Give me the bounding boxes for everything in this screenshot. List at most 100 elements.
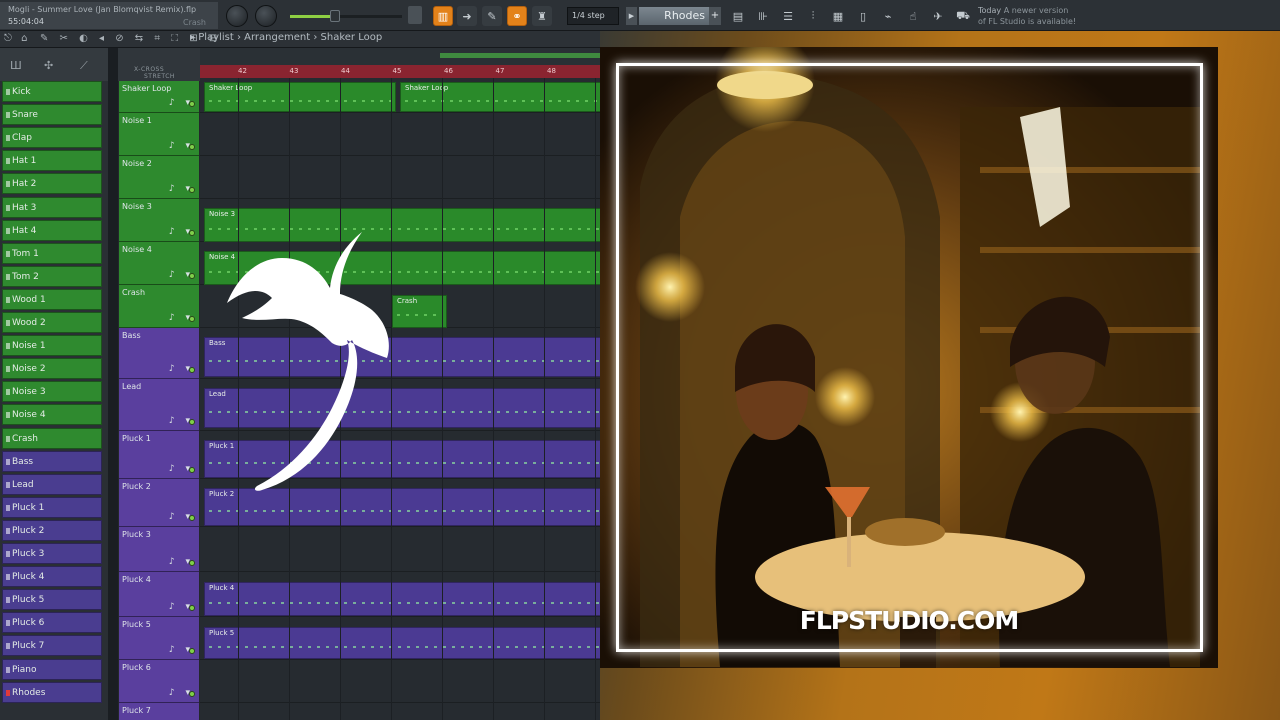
track-header[interactable]: Noise 4 ♪ ▾ bbox=[119, 242, 199, 285]
breadcrumb-arrow-icon[interactable]: ▸ bbox=[190, 32, 198, 43]
volume-handle[interactable] bbox=[329, 10, 340, 22]
crossfade-toggle[interactable]: X-CROSS bbox=[134, 66, 164, 73]
track-header[interactable]: Pluck 4 ♪ ▾ bbox=[119, 572, 199, 617]
track-header[interactable]: Pluck 6 ♪ ▾ bbox=[119, 660, 199, 703]
channel-rack-icon[interactable]: ☰ bbox=[778, 6, 798, 26]
channel-button[interactable]: Noise 1 bbox=[2, 335, 102, 357]
pattern-clip[interactable]: Pluck 5 bbox=[204, 627, 600, 659]
track-mute-led[interactable] bbox=[189, 144, 195, 150]
channel-button[interactable]: Kick bbox=[2, 81, 102, 102]
track-mute-led[interactable] bbox=[189, 691, 195, 697]
channel-button[interactable]: Pluck 2 bbox=[2, 519, 102, 541]
metronome-icon[interactable]: ♜ bbox=[532, 6, 552, 26]
add-pattern-button[interactable]: + bbox=[709, 7, 721, 25]
track-lane[interactable] bbox=[200, 703, 600, 720]
track-lane[interactable] bbox=[200, 527, 600, 572]
channel-button[interactable]: Pluck 1 bbox=[2, 496, 102, 518]
track-mute-led[interactable] bbox=[189, 605, 195, 611]
draw-tool-icon[interactable]: ✎ bbox=[482, 6, 502, 26]
graph-icon[interactable]: ⟋ bbox=[80, 59, 88, 73]
plugin-icon[interactable]: ▯ bbox=[853, 6, 873, 26]
channel-button[interactable]: Pluck 5 bbox=[2, 589, 102, 611]
pattern-clip[interactable]: Pluck 4 bbox=[204, 582, 600, 616]
master-pitch-knob[interactable] bbox=[226, 5, 248, 27]
track-mute-led[interactable] bbox=[189, 467, 195, 473]
track-mute-led[interactable] bbox=[189, 515, 195, 521]
channel-button[interactable]: Hat 4 bbox=[2, 219, 102, 241]
master-volume-slider[interactable] bbox=[290, 10, 402, 22]
link-icon[interactable]: ⚭ bbox=[507, 6, 527, 26]
pattern-clip[interactable]: Shaker Loop bbox=[400, 82, 600, 112]
playlist-overview[interactable] bbox=[200, 48, 600, 65]
channel-button[interactable]: Snare bbox=[2, 104, 102, 126]
channel-button[interactable]: Hat 1 bbox=[2, 150, 102, 172]
channel-button[interactable]: Hat 2 bbox=[2, 173, 102, 195]
news-panel[interactable]: Today A newer version of FL Studio is av… bbox=[978, 5, 1076, 27]
track-header[interactable]: Pluck 1 ♪ ▾ bbox=[119, 431, 199, 479]
channel-button[interactable]: Hat 3 bbox=[2, 196, 102, 218]
track-mute-led[interactable] bbox=[189, 560, 195, 566]
channel-button[interactable]: Tom 2 bbox=[2, 265, 102, 287]
tool-icons-left[interactable]: ⎋ ⌂ bbox=[4, 33, 30, 44]
touch-icon[interactable]: ☝ bbox=[903, 6, 923, 26]
pattern-clip[interactable]: Shaker Loop bbox=[204, 82, 396, 112]
piano-roll-icon[interactable]: ⊪ bbox=[753, 6, 773, 26]
track-mute-led[interactable] bbox=[189, 230, 195, 236]
channel-button[interactable]: Pluck 7 bbox=[2, 635, 102, 657]
track-mute-led[interactable] bbox=[189, 367, 195, 373]
master-volume-knob[interactable] bbox=[255, 5, 277, 27]
track-mute-led[interactable] bbox=[189, 187, 195, 193]
track-header[interactable]: Pluck 5 ♪ ▾ bbox=[119, 617, 199, 660]
breadcrumb-root[interactable]: Playlist bbox=[198, 32, 234, 43]
channel-button[interactable]: Rhodes bbox=[2, 681, 102, 703]
track-header[interactable]: Noise 1 ♪ ▾ bbox=[119, 113, 199, 156]
pattern-prev-button[interactable]: ▶ bbox=[626, 7, 637, 25]
step-icon[interactable]: ✣ bbox=[44, 59, 53, 72]
track-lane[interactable] bbox=[200, 113, 600, 156]
timeline-ruler[interactable]: 42 43 44 45 46 47 48 bbox=[200, 65, 600, 78]
breadcrumb-section[interactable]: Arrangement bbox=[244, 32, 310, 43]
playlist-icon[interactable]: ▤ bbox=[728, 6, 748, 26]
channel-button[interactable]: Bass bbox=[2, 450, 102, 472]
channel-button[interactable]: Wood 2 bbox=[2, 312, 102, 333]
track-header[interactable]: Bass ♪ ▾ bbox=[119, 328, 199, 379]
channel-button[interactable]: Lead bbox=[2, 473, 102, 495]
track-mute-led[interactable] bbox=[189, 101, 195, 107]
track-mute-led[interactable] bbox=[189, 273, 195, 279]
pattern-selector[interactable]: Rhodes bbox=[639, 7, 709, 25]
channel-button[interactable]: Pluck 4 bbox=[2, 566, 102, 588]
channel-button[interactable]: Pluck 6 bbox=[2, 612, 102, 634]
channel-button[interactable]: Noise 2 bbox=[2, 358, 102, 380]
channel-button[interactable]: Clap bbox=[2, 127, 102, 149]
track-header[interactable]: Pluck 2 ♪ ▾ bbox=[119, 479, 199, 527]
track-header[interactable]: Noise 2 ♪ ▾ bbox=[119, 156, 199, 199]
stretch-toggle[interactable]: STRETCH bbox=[144, 73, 175, 80]
shop-icon[interactable]: ⛟ bbox=[953, 6, 973, 26]
track-header[interactable]: Crash ♪ ▾ bbox=[119, 285, 199, 328]
channel-button[interactable]: Noise 3 bbox=[2, 381, 102, 403]
browser-icon[interactable]: ▦ bbox=[828, 6, 848, 26]
track-header[interactable]: Pluck 3 ♪ ▾ bbox=[119, 527, 199, 572]
track-mute-led[interactable] bbox=[189, 419, 195, 425]
channel-button[interactable]: Piano bbox=[2, 658, 102, 680]
track-lane[interactable] bbox=[200, 156, 600, 199]
step-forward-icon[interactable]: ➜ bbox=[457, 6, 477, 26]
channel-button[interactable]: Pluck 3 bbox=[2, 543, 102, 564]
piano-icon[interactable]: Ш bbox=[10, 59, 22, 72]
breadcrumb-item[interactable]: Shaker Loop bbox=[321, 32, 383, 43]
plug-icon[interactable]: ⌁ bbox=[878, 6, 898, 26]
project-info[interactable]: Mogli - Summer Love (Jan Blomqvist Remix… bbox=[0, 2, 218, 29]
mixer-icon[interactable]: ⫶ bbox=[803, 6, 823, 26]
channel-button[interactable]: Crash bbox=[2, 427, 102, 449]
track-lane[interactable] bbox=[200, 660, 600, 703]
track-header[interactable]: Noise 3 ♪ ▾ bbox=[119, 199, 199, 242]
channel-button[interactable]: Tom 1 bbox=[2, 242, 102, 264]
track-header[interactable]: Pluck 7♪ ▾ bbox=[119, 703, 199, 720]
wing-icon[interactable]: ✈ bbox=[928, 6, 948, 26]
snap-select[interactable]: 1/4 step bbox=[567, 7, 619, 25]
track-mute-led[interactable] bbox=[189, 648, 195, 654]
channel-button[interactable]: Noise 4 bbox=[2, 404, 102, 426]
pattern-mode-icon[interactable]: ▥ bbox=[433, 6, 453, 26]
channel-button[interactable]: Wood 1 bbox=[2, 288, 102, 310]
track-header[interactable]: Shaker Loop ♪ ▾ bbox=[119, 81, 199, 113]
